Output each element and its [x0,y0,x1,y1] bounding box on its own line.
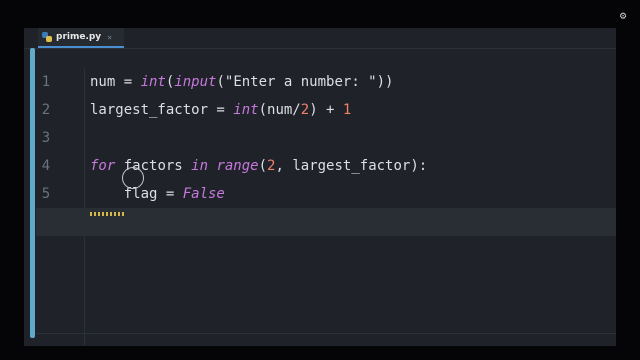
python-file-icon [42,32,52,42]
code-token: for [90,158,116,174]
line-number: 5 [41,186,51,202]
mouse-cursor-highlight [122,167,144,189]
code-line-2[interactable]: largest_factor = int(num/2) + 1 [84,96,616,124]
code-area[interactable]: num = int(input("Enter a number: ")) lar… [36,68,616,346]
line-number-gutter: 1 2 3 4 5 6 [36,68,85,346]
code-line-4[interactable]: for factors in range(2, largest_factor): [84,152,616,180]
code-line-3[interactable] [84,124,616,152]
line-number: 3 [41,130,51,146]
code-token: 2 [300,102,310,118]
tab-prime-py[interactable]: prime.py × [38,28,124,48]
tab-bar: prime.py × [24,28,616,49]
code-token: largest_factor = [90,102,234,118]
tab-label: prime.py [56,32,102,42]
code-token: input [174,74,217,90]
code-token: 1 [342,102,352,118]
code-token: ("Enter a number: ")) [216,74,394,90]
code-token: ( [258,158,268,174]
code-token: (num/ [258,102,301,118]
camera-icon[interactable]: ⚙ [616,10,630,22]
line-number: 1 [41,74,51,90]
code-token: , largest_factor): [275,158,428,174]
code-token: ) + [309,102,343,118]
warning-squiggle [90,212,124,216]
code-token: int [233,102,259,118]
close-icon[interactable]: × [107,33,112,42]
code-token: num = [90,74,141,90]
line-number: 2 [41,102,51,118]
code-token: int [140,74,166,90]
code-token: range [216,158,259,174]
code-line-5[interactable]: flag = False [84,180,616,208]
divider [36,333,616,334]
code-editor: prime.py × 1 2 3 4 5 6 num = int(input("… [24,28,616,346]
code-token: False [182,186,225,202]
code-token: in [191,158,209,174]
scroll-indicator[interactable] [30,48,35,338]
code-line-1[interactable]: num = int(input("Enter a number: ")) [84,68,616,96]
line-number: 4 [41,158,51,174]
